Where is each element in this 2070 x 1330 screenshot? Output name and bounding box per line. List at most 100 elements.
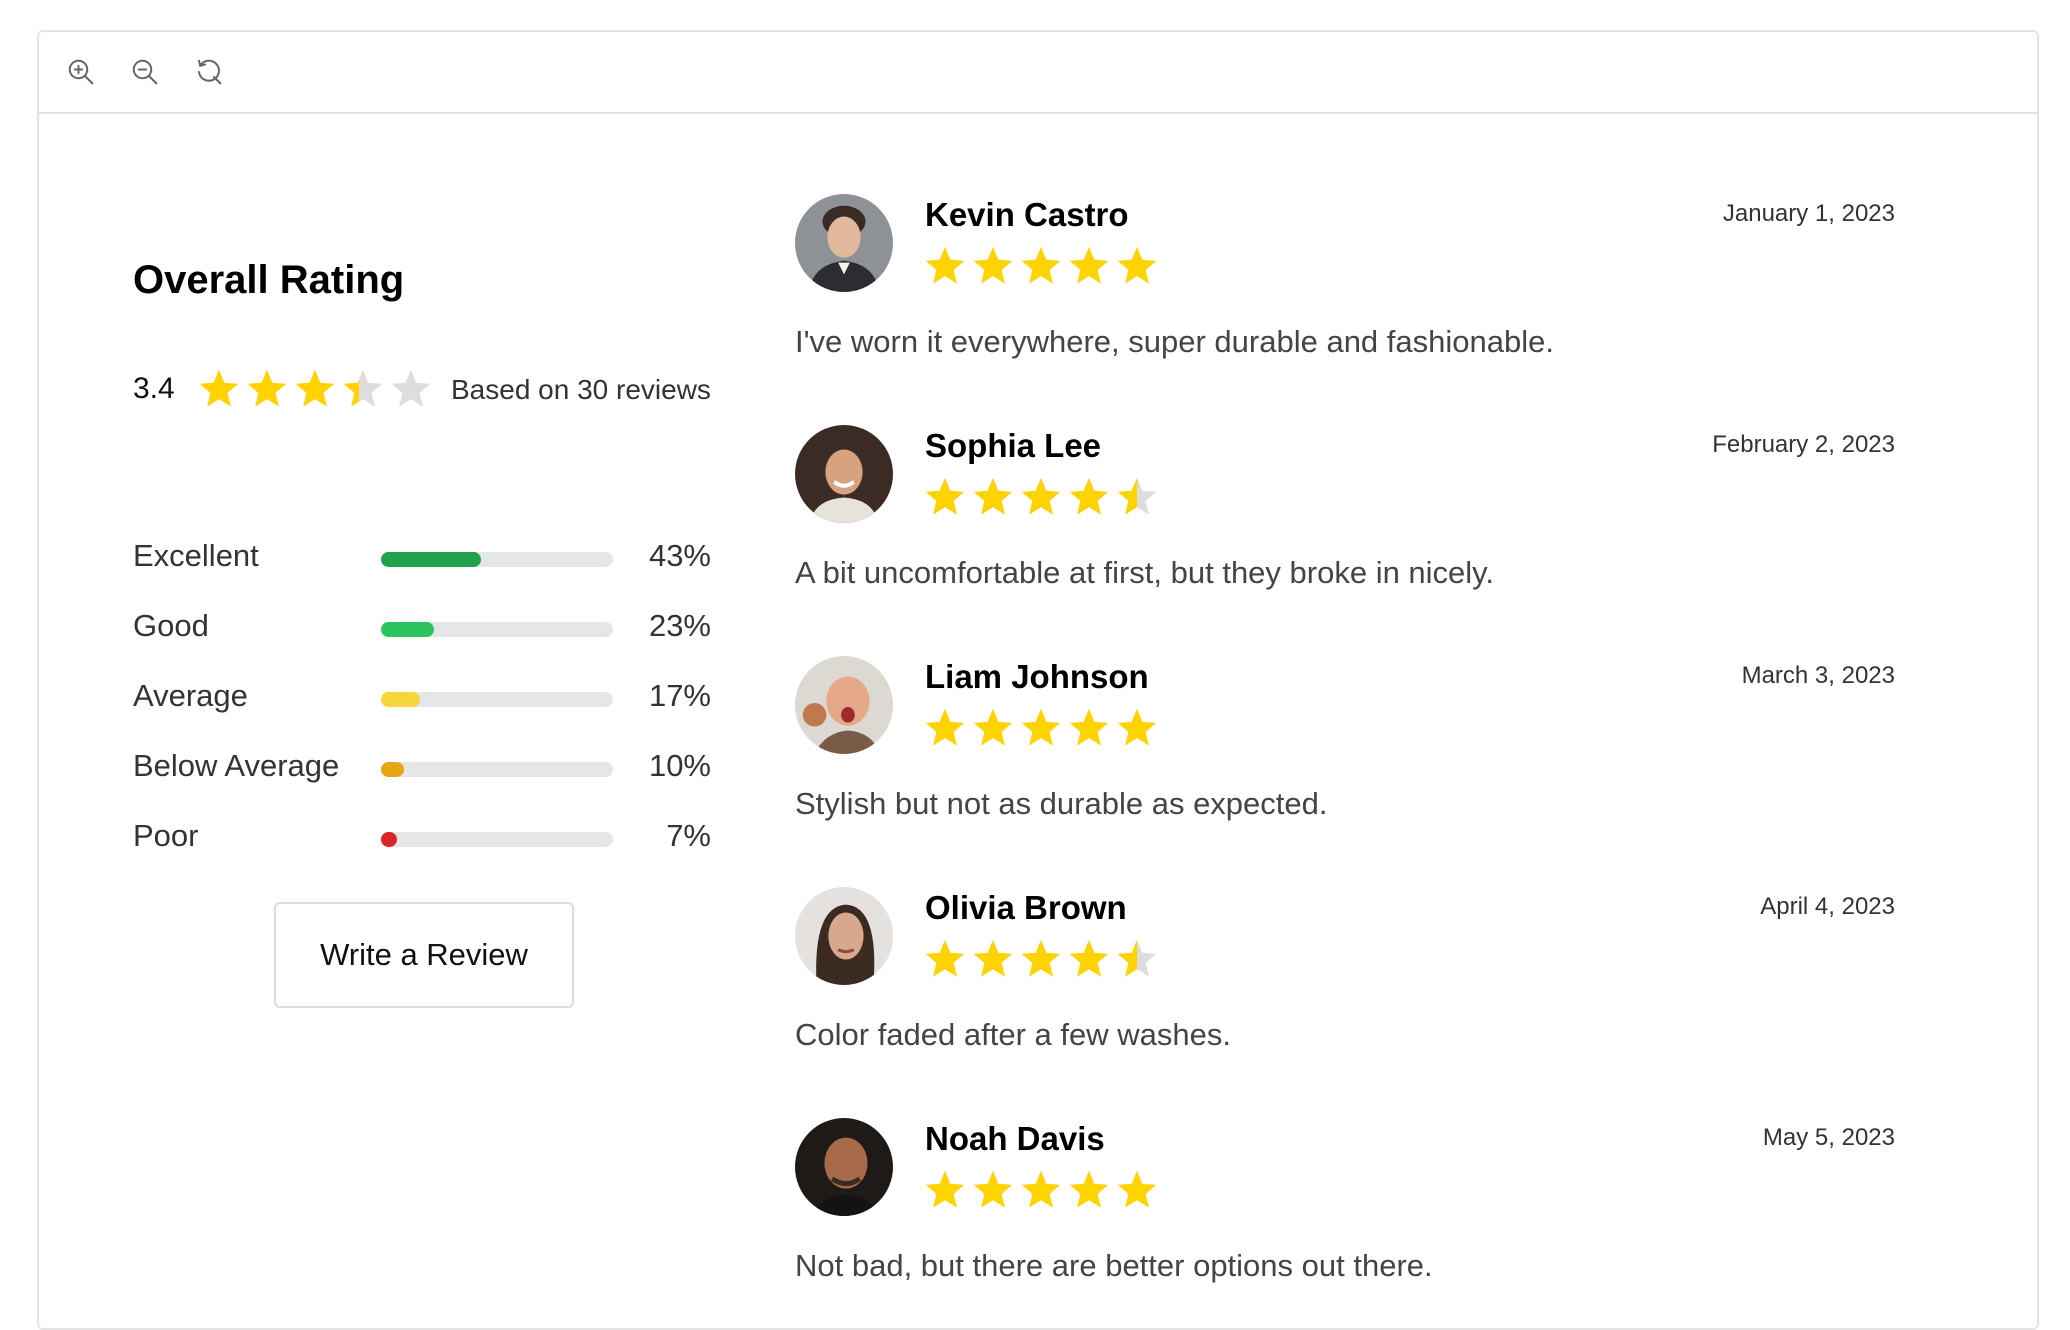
review-stars <box>923 1168 1163 1212</box>
review-widget: Overall Rating 3.4 Based on 30 reviews E… <box>37 30 2039 1330</box>
refresh-icon <box>198 59 222 85</box>
write-review-button[interactable]: Write a Review <box>274 902 574 1008</box>
toolbar <box>39 32 2037 114</box>
star-icon <box>973 477 1013 515</box>
distribution-label: Average <box>133 678 248 713</box>
distribution-bar-track <box>381 692 613 707</box>
star-icon <box>1021 246 1061 284</box>
review-item: Kevin Castro January 1, 2023 I've worn i… <box>795 194 1975 394</box>
distribution-label: Excellent <box>133 538 259 573</box>
review-date: January 1, 2023 <box>1722 200 1895 227</box>
star-icon <box>1117 477 1157 515</box>
review-stars <box>923 475 1163 519</box>
avatar-liam-johnson <box>795 656 893 754</box>
review-text: Color faded after a few washes. <box>795 1017 1231 1052</box>
star-icon <box>1021 477 1061 515</box>
distribution-bar-fill <box>381 832 398 847</box>
reviewer-name: Kevin Castro <box>925 196 1129 233</box>
avatar <box>795 656 893 754</box>
zoom-in-icon <box>68 59 94 85</box>
reset-button[interactable] <box>189 52 229 92</box>
distribution-percent: 17% <box>648 678 711 713</box>
distribution-bar-track <box>381 552 613 567</box>
distribution-row-excellent: Excellent 43% <box>133 532 733 582</box>
star-icon <box>343 369 383 407</box>
reviewer-name: Olivia Brown <box>925 889 1127 926</box>
review-stars <box>923 244 1163 288</box>
review-date: April 4, 2023 <box>1760 893 1895 920</box>
avatar <box>795 1118 893 1216</box>
distribution-percent: 10% <box>648 748 711 783</box>
star-icon <box>199 369 239 407</box>
star-icon <box>1021 1170 1061 1208</box>
avatar <box>795 887 893 985</box>
review-date: February 2, 2023 <box>1712 431 1895 458</box>
star-icon <box>1069 1170 1109 1208</box>
star-icon <box>1069 708 1109 746</box>
zoom-out-button[interactable] <box>125 52 165 92</box>
avatar-olivia-brown <box>795 887 893 985</box>
star-icon <box>925 1170 965 1208</box>
distribution-bar-track <box>381 762 613 777</box>
distribution-bar-fill <box>381 622 435 637</box>
distribution-bar-fill <box>381 762 405 777</box>
star-icon <box>1069 939 1109 977</box>
star-icon <box>973 246 1013 284</box>
distribution-row-average: Average 17% <box>133 672 733 722</box>
review-stars <box>923 706 1163 750</box>
distribution-row-poor: Poor 7% <box>133 812 733 862</box>
reviewer-name: Noah Davis <box>925 1120 1105 1157</box>
reviewer-name: Liam Johnson <box>925 658 1149 695</box>
distribution-percent: 23% <box>648 608 711 643</box>
star-icon <box>1117 246 1157 284</box>
review-text: Not bad, but there are better options ou… <box>795 1248 1433 1283</box>
distribution-label: Good <box>133 608 209 643</box>
star-icon <box>1069 477 1109 515</box>
distribution-row-below-average: Below Average 10% <box>133 742 733 792</box>
star-icon <box>925 939 965 977</box>
zoom-out-icon <box>132 59 158 85</box>
reviewer-name: Sophia Lee <box>925 427 1102 464</box>
star-icon <box>1117 939 1157 977</box>
review-date: March 3, 2023 <box>1741 662 1895 689</box>
distribution-label: Below Average <box>133 748 340 783</box>
distribution-bar-fill <box>381 692 421 707</box>
distribution-bar-track <box>381 622 613 637</box>
star-icon <box>1021 939 1061 977</box>
distribution-percent: 43% <box>648 538 711 573</box>
star-icon <box>391 369 431 407</box>
average-rating-stars <box>197 367 437 411</box>
avatar-kevin-castro <box>795 194 893 292</box>
review-text: Stylish but not as durable as expected. <box>795 786 1328 821</box>
zoom-in-button[interactable] <box>61 52 101 92</box>
average-rating-value: 3.4 <box>133 372 175 405</box>
star-icon <box>1069 246 1109 284</box>
star-icon <box>973 708 1013 746</box>
review-text: I've worn it everywhere, super durable a… <box>795 324 1554 359</box>
distribution-label: Poor <box>133 818 199 853</box>
average-rating-row: 3.4 Based on 30 reviews <box>133 362 733 422</box>
distribution-bar-fill <box>381 552 481 567</box>
review-count: Based on 30 reviews <box>451 374 711 405</box>
avatar-sophia-lee <box>795 425 893 523</box>
review-item: Sophia Lee February 2, 2023 A bit uncomf… <box>795 425 1975 625</box>
star-icon <box>1117 1170 1157 1208</box>
star-icon <box>295 369 335 407</box>
distribution-percent: 7% <box>666 818 711 853</box>
review-date: May 5, 2023 <box>1762 1124 1895 1151</box>
avatar-noah-davis <box>795 1118 893 1216</box>
review-item: Liam Johnson March 3, 2023 Stylish but n… <box>795 656 1975 856</box>
star-icon <box>925 477 965 515</box>
summary-title: Overall Rating <box>133 258 405 302</box>
star-icon <box>1117 708 1157 746</box>
star-icon <box>1021 708 1061 746</box>
avatar <box>795 194 893 292</box>
distribution-bar-track <box>381 832 613 847</box>
review-text: A bit uncomfortable at first, but they b… <box>795 555 1494 590</box>
star-icon <box>973 1170 1013 1208</box>
distribution-row-good: Good 23% <box>133 602 733 652</box>
star-icon <box>925 708 965 746</box>
star-icon <box>247 369 287 407</box>
star-icon <box>973 939 1013 977</box>
avatar <box>795 425 893 523</box>
